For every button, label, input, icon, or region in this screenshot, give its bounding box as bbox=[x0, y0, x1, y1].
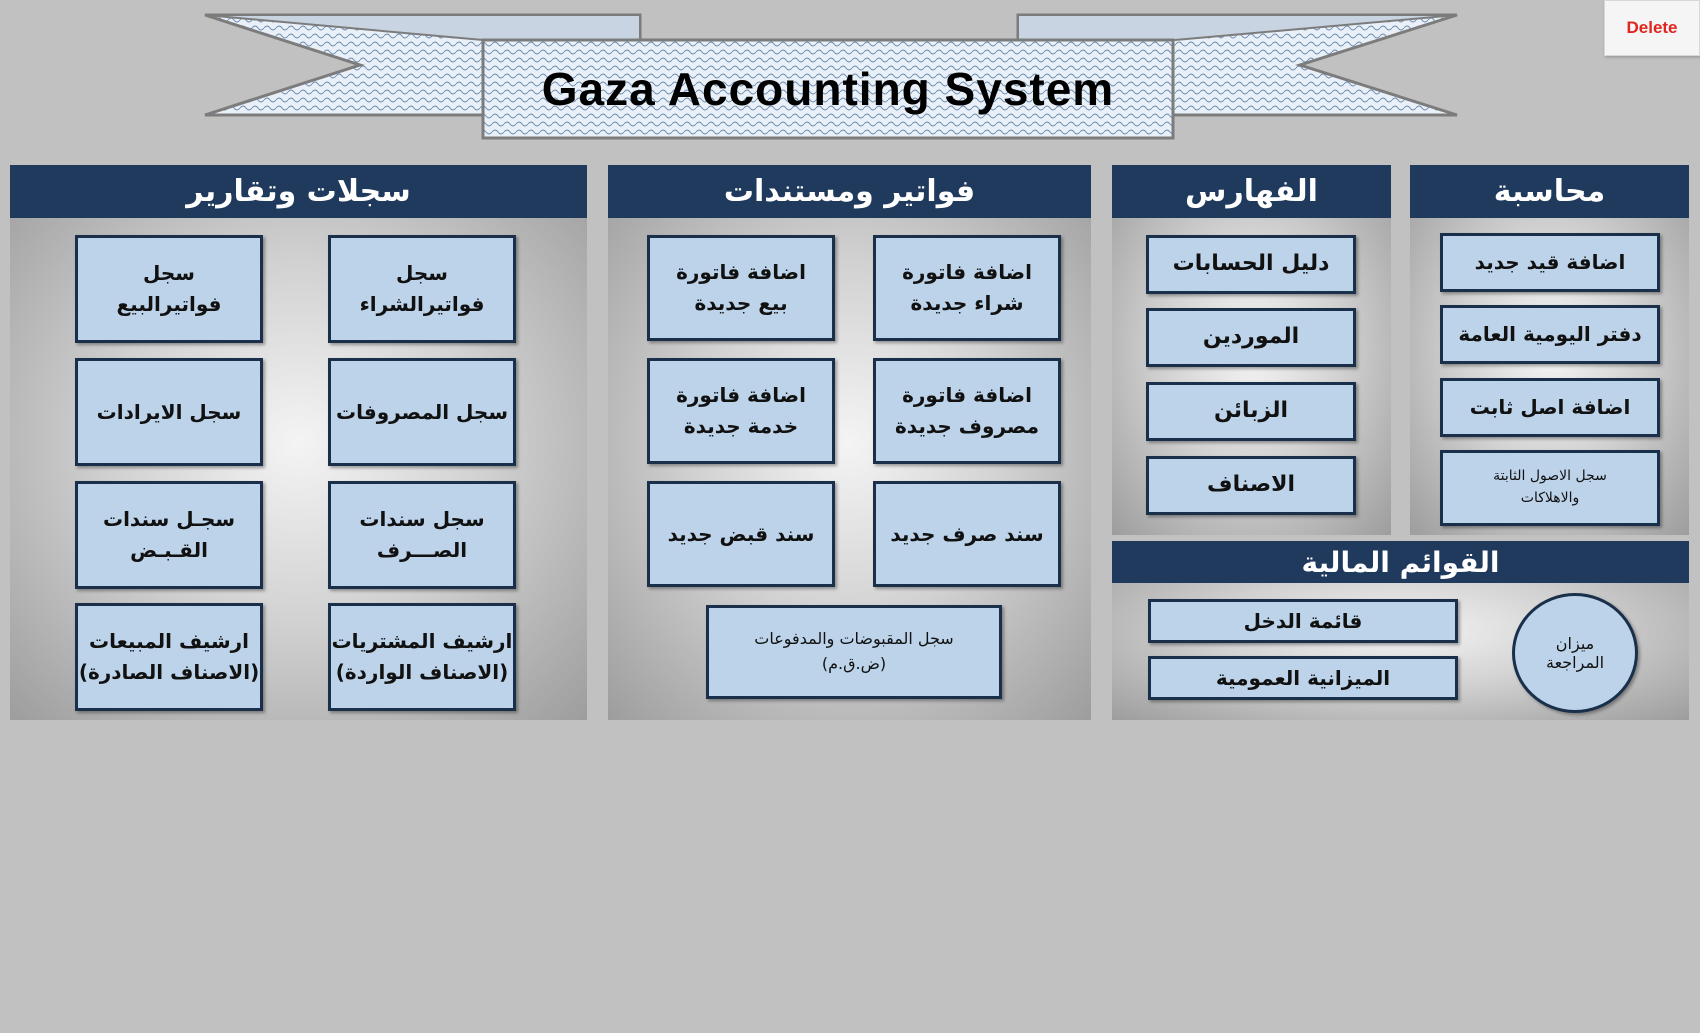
panel-financial-statements: القوائم المالية قائمة الدخل الميزانية ال… bbox=[1112, 541, 1689, 720]
title-banner: Gaza Accounting System bbox=[0, 0, 1700, 150]
button-label: اضافة فاتورة bbox=[676, 383, 806, 407]
new-fixed-asset-button[interactable]: اضافة اصل ثابت bbox=[1440, 378, 1660, 437]
button-label: (الاصناف الصادرة) bbox=[78, 660, 260, 684]
expenses-log-button[interactable]: سجل المصروفات bbox=[328, 358, 516, 466]
button-label: خدمة جديدة bbox=[683, 414, 799, 438]
button-label: القـبـض bbox=[130, 538, 208, 562]
sales-archive-button[interactable]: ارشيف المبيعات (الاصناف الصادرة) bbox=[75, 603, 263, 711]
delete-button[interactable]: Delete bbox=[1604, 0, 1700, 56]
button-label: اضافة اصل ثابت bbox=[1469, 395, 1631, 419]
button-label: فواتيرالشراء bbox=[359, 292, 485, 316]
new-sales-invoice-button[interactable]: اضافة فاتورة بيع جديدة bbox=[647, 235, 835, 341]
panel-records-reports: سجلات وتقارير سجل فواتيرالشراء سجل فواتي… bbox=[10, 165, 587, 720]
button-label: ارشيف المبيعات bbox=[89, 629, 249, 653]
new-purchase-invoice-button[interactable]: اضافة فاتورة شراء جديدة bbox=[873, 235, 1061, 341]
button-label: سجل المقبوضات والمدفوعات bbox=[754, 629, 954, 649]
page-title: Gaza Accounting System bbox=[541, 63, 1115, 115]
button-label: الموردين bbox=[1202, 324, 1300, 350]
button-label: سجل سندات bbox=[359, 507, 485, 531]
button-label: (ض.ق.م) bbox=[821, 654, 887, 673]
button-label: الميزانية العمومية bbox=[1215, 665, 1391, 690]
button-label: سجل الاصول الثابتة bbox=[1493, 468, 1607, 485]
receipts-payments-log-button[interactable]: سجل المقبوضات والمدفوعات (ض.ق.م) bbox=[706, 605, 1002, 699]
customers-button[interactable]: الزبائن bbox=[1146, 382, 1356, 441]
button-label: دفتر اليومية العامة bbox=[1458, 322, 1642, 346]
button-label: والاهلاكات bbox=[1520, 490, 1580, 506]
panel-financial-title: القوائم المالية bbox=[1112, 541, 1689, 583]
button-label: مصروف جديدة bbox=[895, 414, 1039, 438]
button-label: سجل الايرادات bbox=[96, 399, 242, 424]
new-receipt-voucher-button[interactable]: سند قبض جديد bbox=[647, 481, 835, 587]
button-label: فواتيرالبيع bbox=[116, 292, 222, 316]
button-label: الصـــرف bbox=[376, 538, 468, 562]
receipt-vouchers-log-button[interactable]: سجـل سندات القـبـض bbox=[75, 481, 263, 589]
button-label: اضافة قيد جديد bbox=[1474, 250, 1626, 274]
chart-of-accounts-button[interactable]: دليل الحسابات bbox=[1146, 235, 1356, 294]
button-label: سند صرف جديد bbox=[890, 521, 1044, 546]
new-journal-entry-button[interactable]: اضافة قيد جديد bbox=[1440, 233, 1660, 292]
fixed-assets-log-button[interactable]: سجل الاصول الثابتة والاهلاكات bbox=[1440, 450, 1660, 526]
balance-sheet-button[interactable]: الميزانية العمومية bbox=[1148, 656, 1458, 700]
new-service-invoice-button[interactable]: اضافة فاتورة خدمة جديدة bbox=[647, 358, 835, 464]
button-label: المراجعة bbox=[1545, 653, 1605, 672]
button-label: سجل المصروفات bbox=[336, 399, 508, 424]
payment-vouchers-log-button[interactable]: سجل سندات الصـــرف bbox=[328, 481, 516, 589]
button-label: سجـل سندات bbox=[102, 507, 236, 531]
panel-invoices-title: فواتير ومستندات bbox=[608, 165, 1091, 218]
button-label: ميزان bbox=[1555, 634, 1595, 653]
button-label: اضافة فاتورة bbox=[902, 383, 1032, 407]
button-label: سند قبض جديد bbox=[667, 521, 815, 546]
button-label: اضافة فاتورة bbox=[676, 260, 806, 284]
general-journal-button[interactable]: دفتر اليومية العامة bbox=[1440, 305, 1660, 364]
panel-accounting: محاسبة اضافة قيد جديد دفتر اليومية العام… bbox=[1410, 165, 1689, 535]
income-statement-button[interactable]: قائمة الدخل bbox=[1148, 599, 1458, 643]
button-label: شراء جديدة bbox=[910, 291, 1024, 315]
button-label: سجل bbox=[143, 261, 195, 285]
button-label: دليل الحسابات bbox=[1172, 251, 1330, 277]
revenues-log-button[interactable]: سجل الايرادات bbox=[75, 358, 263, 466]
panel-accounting-title: محاسبة bbox=[1410, 165, 1689, 218]
new-payment-voucher-button[interactable]: سند صرف جديد bbox=[873, 481, 1061, 587]
panel-indexes: الفهارس دليل الحسابات الموردين الزبائن ا… bbox=[1112, 165, 1391, 535]
panel-indexes-title: الفهارس bbox=[1112, 165, 1391, 218]
button-label: قائمة الدخل bbox=[1243, 608, 1363, 633]
button-label: (الاصناف الواردة) bbox=[335, 660, 509, 684]
button-label: بيع جديدة bbox=[694, 291, 788, 315]
button-label: ارشيف المشتريات bbox=[331, 629, 513, 653]
button-label: الاصناف bbox=[1207, 472, 1295, 498]
panel-invoices-documents: فواتير ومستندات اضافة فاتورة شراء جديدة … bbox=[608, 165, 1091, 720]
suppliers-button[interactable]: الموردين bbox=[1146, 308, 1356, 367]
trial-balance-button[interactable]: ميزان المراجعة bbox=[1512, 593, 1638, 713]
items-button[interactable]: الاصناف bbox=[1146, 456, 1356, 515]
button-label: اضافة فاتورة bbox=[902, 260, 1032, 284]
sales-invoices-log-button[interactable]: سجل فواتيرالبيع bbox=[75, 235, 263, 343]
panel-records-title: سجلات وتقارير bbox=[10, 165, 587, 218]
button-label: سجل bbox=[396, 261, 448, 285]
new-expense-invoice-button[interactable]: اضافة فاتورة مصروف جديدة bbox=[873, 358, 1061, 464]
purchase-invoices-log-button[interactable]: سجل فواتيرالشراء bbox=[328, 235, 516, 343]
purchases-archive-button[interactable]: ارشيف المشتريات (الاصناف الواردة) bbox=[328, 603, 516, 711]
button-label: الزبائن bbox=[1213, 398, 1289, 424]
